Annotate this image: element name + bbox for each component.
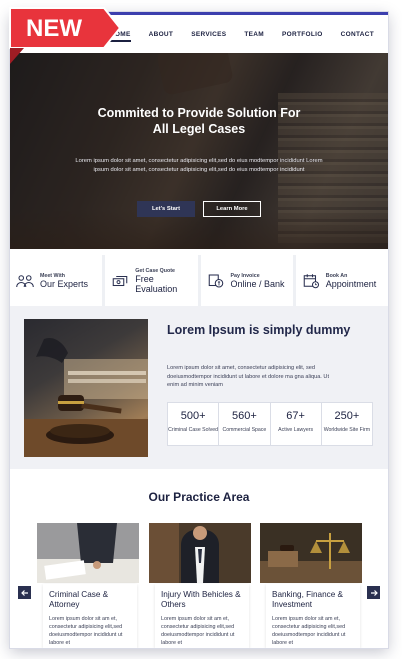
carousel-prev-button[interactable] bbox=[18, 586, 31, 599]
people-icon bbox=[16, 274, 34, 287]
new-ribbon-badge: NEW bbox=[9, 7, 122, 64]
practice-card-criminal[interactable]: Criminal Case & Attorney Lorem ipsum dol… bbox=[37, 523, 139, 648]
money-icon bbox=[112, 275, 128, 286]
stat-number: 500+ bbox=[180, 410, 206, 422]
card-title: Injury With Behicles & Others bbox=[161, 590, 241, 609]
stat-label: Criminal Case Solved bbox=[168, 427, 219, 433]
stat-label: Worldwide Site Firm bbox=[323, 427, 371, 433]
feature-strip: Meet With Our Experts Get Case Quote Fre… bbox=[10, 255, 388, 306]
nav-contact[interactable]: CONTACT bbox=[341, 31, 374, 38]
nav-about[interactable]: ABOUT bbox=[149, 31, 174, 38]
gavel-illustration bbox=[24, 337, 148, 457]
stat-number: 67+ bbox=[286, 410, 305, 422]
feature-book-appointment[interactable]: Book An Appointment bbox=[295, 255, 388, 306]
about-gavel-image bbox=[24, 319, 148, 457]
card-image-banking bbox=[260, 523, 362, 583]
lets-start-button[interactable]: Let's Start bbox=[137, 201, 195, 217]
hero-overlay bbox=[10, 53, 388, 249]
card-text: Lorem ipsum dolor sit am et, consectetur… bbox=[161, 616, 235, 646]
card-body: Criminal Case & Attorney Lorem ipsum dol… bbox=[43, 584, 137, 648]
new-badge-label: NEW bbox=[26, 15, 82, 42]
arrow-left-icon bbox=[20, 589, 28, 596]
feature-pay-invoice[interactable]: Pay Invoice Online / Bank bbox=[200, 255, 293, 306]
card-image-injury bbox=[149, 523, 251, 583]
feature-big-label: Appointment bbox=[325, 278, 377, 289]
stat-number: 250+ bbox=[334, 410, 360, 422]
card-body: Banking, Finance & Investment Lorem ipsu… bbox=[266, 584, 360, 648]
hero-buttons: Let's Start Learn More bbox=[10, 201, 388, 217]
nav-services[interactable]: SERVICES bbox=[191, 31, 226, 38]
stat-commercial: 560+ Commercial Space bbox=[219, 403, 271, 445]
practice-card-banking[interactable]: Banking, Finance & Investment Lorem ipsu… bbox=[260, 523, 362, 648]
hero-title-line2: All Legel Cases bbox=[152, 122, 246, 136]
arrow-right-icon bbox=[370, 589, 378, 596]
calendar-icon bbox=[303, 273, 319, 288]
hero-title: Commited to Provide Solution For All Leg… bbox=[10, 105, 388, 137]
stat-lawyers: 67+ Active Lawyers bbox=[271, 403, 322, 445]
nav-portfolio[interactable]: PORTFOLIO bbox=[282, 31, 323, 38]
about-title: Lorem Ipsum is simply dummy bbox=[167, 323, 351, 337]
learn-more-button[interactable]: Learn More bbox=[203, 201, 261, 217]
invoice-icon bbox=[208, 273, 223, 288]
stat-label: Commercial Space bbox=[222, 427, 267, 433]
card-text: Lorem ipsum dolor sit am et, consectetur… bbox=[49, 616, 123, 646]
card-title: Banking, Finance & Investment bbox=[272, 590, 344, 609]
hero-description: Lorem ipsum dolor sit amet, consectetur … bbox=[75, 158, 323, 173]
hero-title-line1: Commited to Provide Solution For bbox=[97, 106, 301, 120]
card-title: Criminal Case & Attorney bbox=[49, 590, 109, 609]
feature-free-evaluation[interactable]: Get Case Quote Free Evaluation bbox=[105, 255, 198, 306]
card-text: Lorem ipsum dolor sit am et, consectetur… bbox=[272, 616, 346, 646]
about-section: Lorem Ipsum is simply dummy Lorem ipsum … bbox=[10, 306, 388, 469]
practice-title: Our Practice Area bbox=[148, 490, 250, 504]
carousel-next-button[interactable] bbox=[367, 586, 380, 599]
practice-card-injury[interactable]: Injury With Behicles & Others Lorem ipsu… bbox=[149, 523, 251, 648]
about-description: Lorem ipsum dolor sit amet, consectetur … bbox=[167, 365, 330, 388]
feature-meet-experts[interactable]: Meet With Our Experts bbox=[10, 255, 103, 306]
card-image-criminal bbox=[37, 523, 139, 583]
stat-firms: 250+ Worldwide Site Firm bbox=[322, 403, 372, 445]
feature-big-label: Online / Bank bbox=[230, 278, 285, 289]
stats-box: 500+ Criminal Case Solved 560+ Commercia… bbox=[167, 402, 373, 446]
card-body: Injury With Behicles & Others Lorem ipsu… bbox=[155, 584, 249, 648]
feature-big-label: Free Evaluation bbox=[135, 273, 178, 294]
stat-cases: 500+ Criminal Case Solved bbox=[168, 403, 220, 445]
stat-number: 560+ bbox=[231, 410, 257, 422]
browser-frame: HOME ABOUT SERVICES TEAM PORTFOLIO CONTA… bbox=[10, 12, 388, 648]
stat-label: Active Lawyers bbox=[278, 427, 314, 433]
practice-section: Our Practice Area Criminal Case & Attorn… bbox=[10, 469, 388, 648]
nav-team[interactable]: TEAM bbox=[244, 31, 264, 38]
feature-big-label: Our Experts bbox=[40, 278, 89, 289]
hero-banner: Commited to Provide Solution For All Leg… bbox=[10, 53, 388, 249]
